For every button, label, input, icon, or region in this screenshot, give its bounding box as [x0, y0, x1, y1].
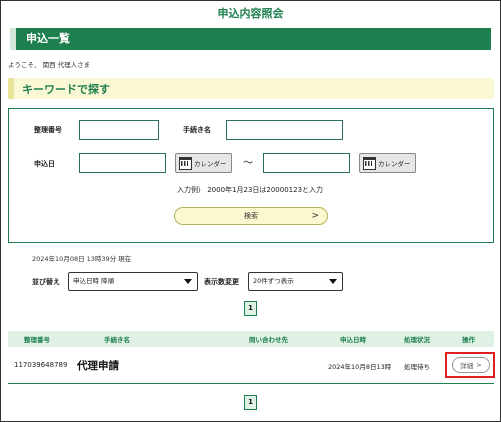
row-apply-date: 2024年10月8日13時: [328, 363, 392, 371]
date-from-input[interactable]: [79, 153, 166, 173]
display-count-label: 表示数変更: [204, 278, 239, 286]
ref-number-input[interactable]: [79, 120, 159, 140]
pagination-bottom-page[interactable]: 1: [244, 395, 257, 410]
sort-label: 並び替え: [32, 278, 60, 286]
date-input-hint: 入力例） 2000年1月23日は20000123と入力: [177, 186, 324, 194]
calendar-icon: [179, 156, 192, 170]
col-contact: 問い合わせ先: [249, 336, 288, 344]
section-header: 申込一覧: [10, 28, 491, 50]
calendar-icon: [363, 156, 376, 170]
chevron-right-icon: >: [311, 211, 319, 221]
pagination-top-page[interactable]: 1: [244, 301, 257, 316]
date-range-separator: ～: [243, 158, 253, 169]
detail-button-highlight: [445, 352, 495, 378]
app-title: 申込内容照会: [217, 7, 284, 20]
calendar-to-label: カレンダー: [378, 160, 411, 168]
procedure-name-input[interactable]: [226, 120, 343, 140]
display-count-value: 20件ずつ表示: [253, 277, 294, 285]
search-button[interactable]: 検索 >: [174, 207, 328, 225]
welcome-text: ようこそ、 関西 代理人さま: [8, 61, 91, 69]
date-to-input[interactable]: [263, 153, 350, 173]
display-count-select[interactable]: 20件ずつ表示: [248, 272, 343, 291]
col-ref-number: 整理番号: [24, 336, 50, 344]
row-ref-number: 117039648789: [14, 361, 68, 369]
col-action: 操作: [462, 336, 475, 344]
list-timestamp: 2024年10月08日 13時39分 現在: [32, 255, 132, 263]
keyword-title: キーワードで探す: [22, 83, 110, 96]
col-status: 処理状況: [404, 336, 430, 344]
calendar-to-button[interactable]: カレンダー: [359, 153, 416, 173]
procedure-name-label: 手続き名: [183, 126, 211, 134]
apply-date-label: 申込日: [34, 160, 55, 168]
calendar-from-button[interactable]: カレンダー: [175, 153, 232, 173]
ref-number-label: 整理番号: [34, 126, 62, 134]
row-procedure-name: 代理申請: [77, 360, 119, 372]
sort-select[interactable]: 申込日時 降順: [68, 272, 198, 291]
table-row-divider: [8, 383, 494, 384]
search-button-label: 検索: [244, 212, 258, 220]
sort-select-value: 申込日時 降順: [73, 277, 115, 285]
chevron-down-icon: [329, 279, 337, 284]
chevron-down-icon: [184, 279, 192, 284]
calendar-from-label: カレンダー: [194, 160, 227, 168]
col-apply-date: 申込日時: [340, 336, 366, 344]
col-procedure: 手続き名: [104, 336, 130, 344]
row-status: 処理待ち: [404, 363, 430, 371]
